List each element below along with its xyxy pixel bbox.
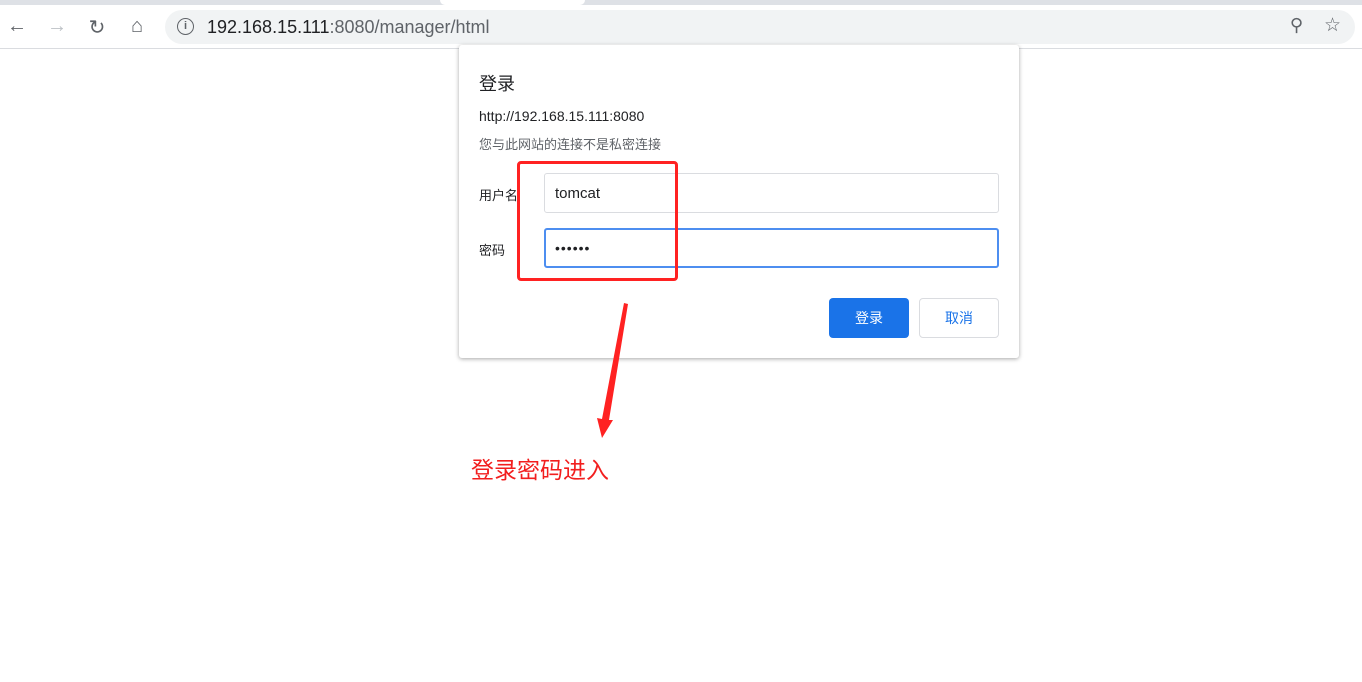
annotation-text: 登录密码进入 <box>471 457 609 483</box>
annotation-arrow <box>597 303 628 438</box>
